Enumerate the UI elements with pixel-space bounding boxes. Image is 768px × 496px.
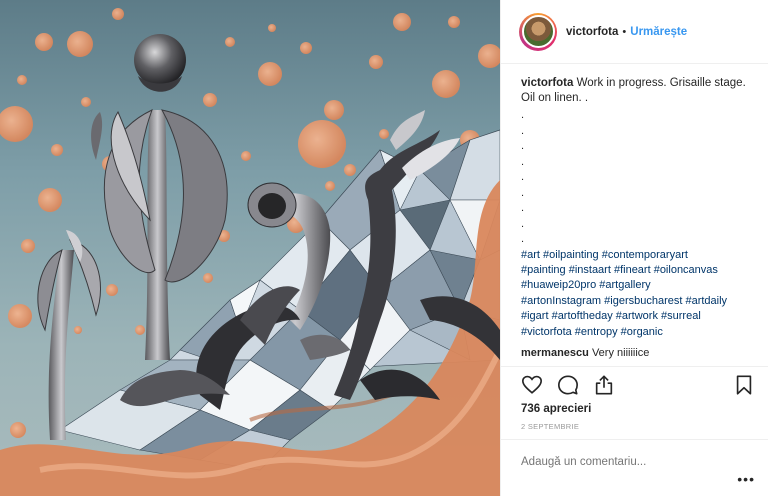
caption-dot: . bbox=[521, 217, 525, 230]
comment-icon[interactable] bbox=[557, 374, 579, 396]
comments-section: victorfota Work in progress. Grisaille s… bbox=[501, 64, 768, 368]
caption-dots: . . . . . . . . . bbox=[521, 108, 754, 248]
caption-username[interactable]: victorfota bbox=[521, 77, 573, 89]
avatar-ring[interactable] bbox=[519, 12, 557, 51]
caption-dot: . bbox=[521, 202, 525, 214]
add-comment-bar: ••• bbox=[501, 439, 768, 496]
caption-dot: . bbox=[521, 155, 525, 168]
share-icon[interactable] bbox=[593, 374, 615, 396]
hashtag-line[interactable]: #art #oilpainting #contemporaryart bbox=[521, 248, 754, 263]
hashtag-line[interactable]: #artonInstagram #igersbucharest #artdail… bbox=[521, 294, 754, 309]
bookmark-icon[interactable] bbox=[733, 374, 755, 396]
caption-dot: . bbox=[521, 124, 525, 137]
hashtag-line[interactable]: #igart #artoftheday #artwork #surreal bbox=[521, 309, 754, 324]
comment-text: Very niiiiiice bbox=[591, 346, 650, 359]
caption-dot: . bbox=[521, 233, 525, 245]
caption-dot: . bbox=[521, 171, 525, 183]
header-separator: • bbox=[622, 25, 627, 38]
comment-username[interactable]: mermanescu bbox=[521, 347, 589, 359]
hashtag-line[interactable]: #huaweip20pro #artgallery bbox=[521, 278, 754, 293]
post-view: victorfota • Urmărește victorfota Work i… bbox=[0, 0, 768, 496]
more-options-icon[interactable]: ••• bbox=[737, 471, 755, 487]
action-bar bbox=[501, 366, 768, 402]
caption-dot: . bbox=[521, 140, 525, 152]
comment: mermanescu Very niiiiiice bbox=[521, 346, 754, 361]
comment-input[interactable] bbox=[521, 456, 721, 468]
post-date[interactable]: 2 SEPTEMBRIE bbox=[521, 422, 579, 431]
likes-count[interactable]: 736 aprecieri bbox=[521, 403, 591, 415]
caption-dot: . bbox=[521, 109, 525, 121]
heart-icon[interactable] bbox=[521, 374, 543, 396]
hashtag-line[interactable]: #painting #instaart #fineart #oiloncanva… bbox=[521, 263, 754, 278]
header-username[interactable]: victorfota bbox=[566, 26, 618, 38]
caption: victorfota Work in progress. Grisaille s… bbox=[521, 76, 754, 106]
post-sidebar: victorfota • Urmărește victorfota Work i… bbox=[500, 0, 768, 496]
hashtag-line[interactable]: #victorfota #entropy #organic bbox=[521, 325, 754, 340]
post-image[interactable] bbox=[0, 0, 500, 496]
caption-dot: . bbox=[521, 186, 525, 199]
post-header: victorfota • Urmărește bbox=[501, 0, 768, 64]
avatar[interactable] bbox=[521, 15, 555, 48]
hashtags: #art #oilpainting #contemporaryart #pain… bbox=[521, 248, 754, 340]
follow-button[interactable]: Urmărește bbox=[630, 26, 687, 38]
painting-artwork bbox=[0, 0, 500, 496]
